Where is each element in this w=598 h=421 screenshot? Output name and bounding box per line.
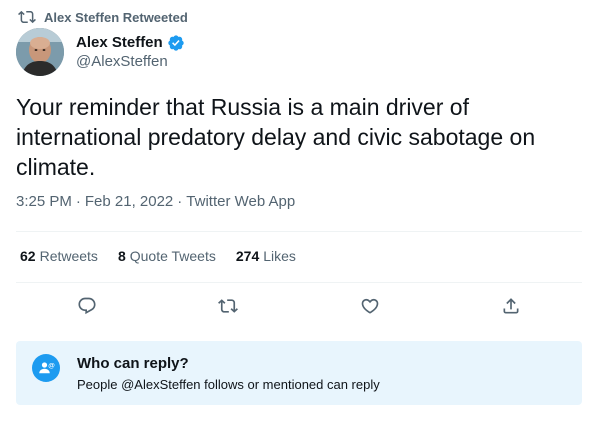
retweet-button[interactable]: [211, 289, 245, 323]
quote-tweets-stat[interactable]: 8 Quote Tweets: [118, 248, 216, 264]
meta-separator: ·: [177, 193, 183, 210]
verified-badge-icon: [168, 34, 184, 51]
retweet-icon: [218, 299, 239, 313]
author-handle[interactable]: @AlexSteffen: [76, 52, 185, 71]
like-button[interactable]: [353, 289, 387, 323]
like-icon: [361, 298, 379, 314]
share-button[interactable]: [494, 289, 528, 323]
tweet-date[interactable]: Feb 21, 2022: [85, 193, 173, 210]
retweets-count: 62: [20, 248, 36, 264]
retweet-context-label: Alex Steffen Retweeted: [44, 9, 188, 25]
quote-tweets-count: 8: [117, 248, 126, 264]
who-can-reply-description: People @AlexSteffen follows or mentioned…: [77, 377, 380, 392]
tweet-actions: [16, 290, 582, 322]
reply-icon: [78, 297, 96, 315]
who-can-reply-title: Who can reply?: [77, 355, 189, 372]
retweet-context[interactable]: Alex Steffen Retweeted: [18, 8, 188, 26]
retweets-label: Retweets: [39, 248, 98, 264]
tweet-time[interactable]: 3:25 PM: [16, 193, 72, 210]
retweets-stat[interactable]: 62 Retweets: [20, 248, 98, 264]
author-names: Alex Steffen @AlexSteffen: [76, 33, 185, 71]
divider: [16, 282, 582, 283]
divider: [16, 231, 582, 232]
reply-button[interactable]: [70, 289, 104, 323]
svg-text:@: @: [48, 362, 55, 369]
retweet-icon: [18, 10, 36, 24]
tweet-meta: 3:25 PM · Feb 21, 2022 · Twitter Web App: [16, 193, 295, 210]
likes-stat[interactable]: 274 Likes: [236, 248, 296, 264]
tweet-text: Your reminder that Russia is a main driv…: [16, 94, 536, 180]
tweet-card: Alex Steffen Retweeted Alex Steffen @Ale…: [0, 0, 598, 421]
author-block: Alex Steffen @AlexSteffen: [16, 28, 185, 76]
meta-separator: ·: [75, 193, 81, 210]
display-name[interactable]: Alex Steffen: [76, 33, 163, 52]
share-icon: [503, 298, 519, 314]
tweet-source[interactable]: Twitter Web App: [186, 193, 295, 210]
mention-person-glyph: @: [39, 362, 55, 374]
quote-tweets-label: Quote Tweets: [129, 248, 216, 264]
tweet-stats: 62 Retweets 8 Quote Tweets 274 Likes: [20, 248, 296, 264]
mention-person-icon: @: [32, 354, 60, 382]
likes-label: Likes: [263, 248, 296, 264]
who-can-reply-box: @ Who can reply? People @AlexSteffen fol…: [16, 341, 582, 405]
avatar[interactable]: [16, 28, 64, 76]
avatar-image: [16, 28, 64, 76]
likes-count: 274: [235, 248, 260, 264]
display-name-row[interactable]: Alex Steffen: [76, 33, 185, 52]
